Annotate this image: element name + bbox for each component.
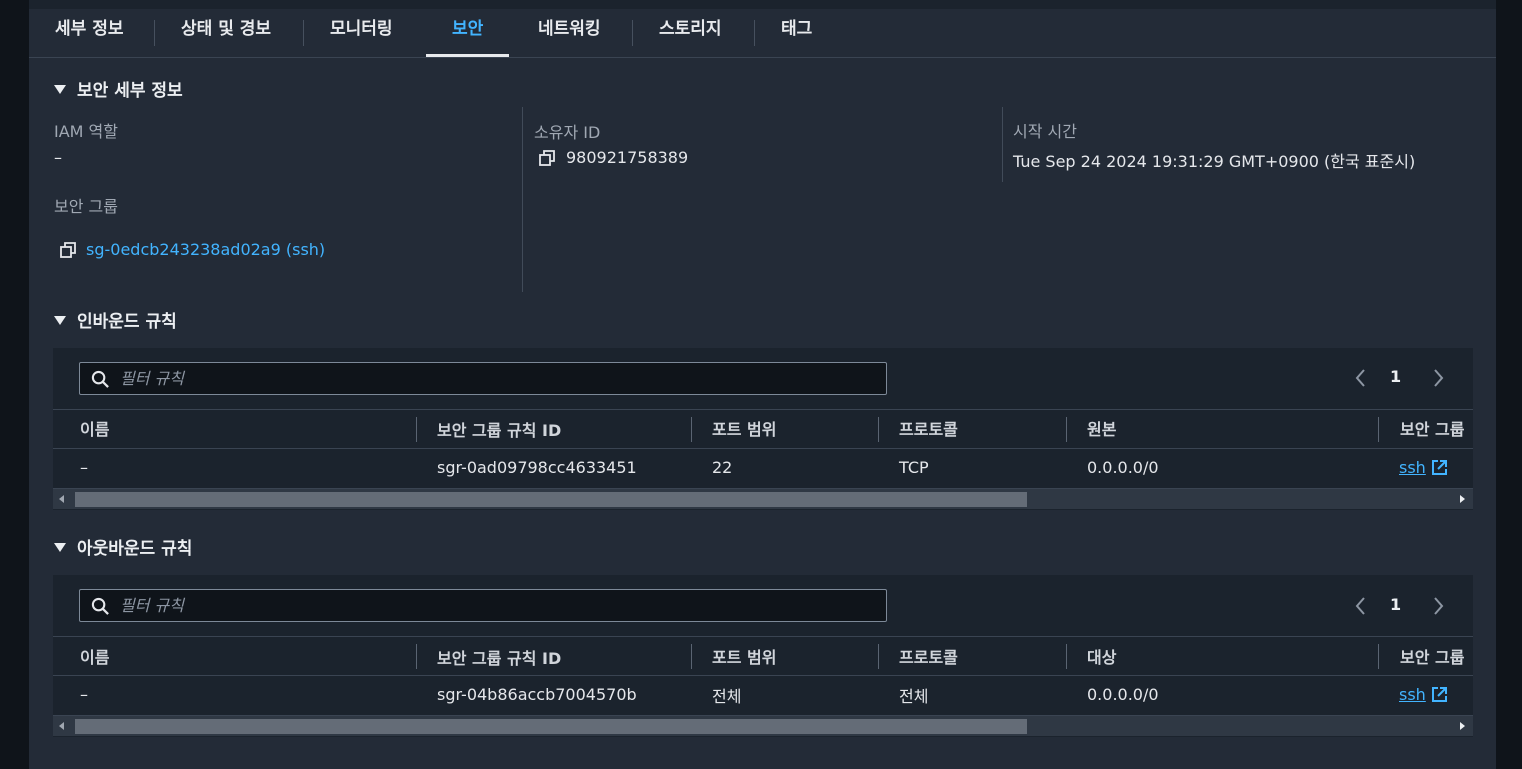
security-details-header[interactable]: 보안 세부 정보 (54, 76, 183, 101)
launch-time-value: Tue Sep 24 2024 19:31:29 GMT+0900 (한국 표준… (1013, 152, 1416, 171)
column-resizer[interactable] (416, 644, 417, 669)
tab-divider (154, 20, 155, 46)
owner-id-value: 980921758389 (566, 148, 689, 167)
inbound-rules-header[interactable]: 인바운드 규칙 (54, 307, 177, 332)
chevron-left-icon[interactable] (1352, 367, 1370, 389)
copy-icon[interactable] (60, 242, 76, 258)
inbound-rules-table: 1 이름 보안 그룹 규칙 ID 포트 범위 프로토콜 원본 보안 그룹 – s… (53, 348, 1473, 510)
column-header-source[interactable]: 원본 (1087, 416, 1116, 440)
column-header-port-range[interactable]: 포트 범위 (712, 416, 776, 440)
tab-divider (754, 20, 755, 46)
launch-time-label: 시작 시간 (1013, 122, 1077, 141)
column-resizer[interactable] (878, 644, 879, 669)
column-resizer[interactable] (1066, 644, 1067, 669)
cell-name: – (80, 458, 88, 477)
column-header-rule-id[interactable]: 보안 그룹 규칙 ID (437, 417, 561, 441)
security-groups-label: 보안 그룹 (54, 197, 118, 216)
column-resizer[interactable] (1378, 417, 1379, 442)
tab-bar: 세부 정보 상태 및 경보 모니터링 보안 네트워킹 스토리지 태그 (29, 9, 1496, 58)
tab-details[interactable]: 세부 정보 (55, 9, 123, 57)
table-divider (53, 409, 1473, 410)
scroll-right-arrow[interactable] (1460, 495, 1465, 503)
outbound-filter-input[interactable] (120, 590, 860, 621)
column-resizer[interactable] (691, 644, 692, 669)
caret-down-icon (54, 316, 66, 325)
iam-role-label: IAM 역할 (54, 122, 118, 141)
cell-port-range: 전체 (712, 687, 742, 706)
horizontal-scrollbar[interactable] (53, 488, 1473, 509)
inbound-filter-input[interactable] (120, 363, 860, 394)
cell-name: – (80, 685, 88, 704)
chevron-right-icon[interactable] (1429, 595, 1447, 617)
search-icon (91, 597, 109, 615)
tab-networking[interactable]: 네트워킹 (538, 9, 601, 57)
column-resizer[interactable] (691, 417, 692, 442)
tab-status-alarms[interactable]: 상태 및 경보 (181, 9, 271, 57)
iam-role-value: – (54, 148, 62, 167)
tab-tags[interactable]: 태그 (781, 9, 812, 57)
tab-divider (303, 20, 304, 46)
column-divider (1002, 107, 1003, 182)
cell-port-range: 22 (712, 458, 733, 477)
inbound-pagination: 1 (1352, 363, 1447, 393)
page-number[interactable]: 1 (1390, 367, 1401, 386)
column-resizer[interactable] (416, 417, 417, 442)
chevron-right-icon[interactable] (1429, 367, 1447, 389)
table-divider (53, 675, 1473, 676)
column-header-destination[interactable]: 대상 (1087, 644, 1116, 668)
horizontal-scrollbar[interactable] (53, 715, 1473, 736)
scroll-left-arrow[interactable] (59, 495, 64, 503)
security-group-link[interactable]: ssh (1399, 458, 1426, 477)
tab-storage[interactable]: 스토리지 (659, 9, 722, 57)
table-divider (53, 636, 1473, 637)
scroll-left-arrow[interactable] (59, 722, 64, 730)
tab-monitoring[interactable]: 모니터링 (330, 9, 393, 57)
security-group-link[interactable]: sg-0edcb243238ad02a9 (ssh) (86, 240, 325, 259)
column-header-name[interactable]: 이름 (80, 644, 109, 668)
security-details-title: 보안 세부 정보 (77, 81, 183, 101)
column-header-protocol[interactable]: 프로토콜 (899, 644, 958, 668)
tab-divider (632, 20, 633, 46)
caret-down-icon (54, 85, 66, 94)
column-header-security-group[interactable]: 보안 그룹 (1400, 416, 1464, 440)
chevron-left-icon[interactable] (1352, 595, 1370, 617)
scroll-right-arrow[interactable] (1460, 722, 1465, 730)
column-divider (522, 107, 523, 292)
security-group-link[interactable]: ssh (1399, 685, 1426, 704)
copy-icon[interactable] (539, 150, 555, 166)
external-link-icon[interactable] (1431, 459, 1448, 476)
column-resizer[interactable] (1378, 644, 1379, 669)
column-header-protocol[interactable]: 프로토콜 (899, 416, 958, 440)
cell-destination: 0.0.0.0/0 (1087, 685, 1159, 704)
tab-security[interactable]: 보안 (425, 9, 510, 57)
scrollbar-thumb[interactable] (75, 719, 1027, 734)
column-header-rule-id[interactable]: 보안 그룹 규칙 ID (437, 645, 561, 669)
search-icon (91, 370, 109, 388)
column-resizer[interactable] (878, 417, 879, 442)
cell-rule-id: sgr-0ad09798cc4633451 (437, 458, 637, 477)
cell-rule-id: sgr-04b86accb7004570b (437, 685, 637, 704)
cell-protocol: 전체 (899, 687, 929, 706)
external-link-icon[interactable] (1431, 686, 1448, 703)
outbound-rules-header[interactable]: 아웃바운드 규칙 (54, 534, 192, 559)
inbound-rules-title: 인바운드 규칙 (77, 312, 177, 332)
top-strip (29, 0, 1496, 9)
security-panel: 세부 정보 상태 및 경보 모니터링 보안 네트워킹 스토리지 태그 보안 세부… (29, 0, 1496, 769)
outbound-rules-title: 아웃바운드 규칙 (77, 539, 193, 559)
column-header-port-range[interactable]: 포트 범위 (712, 644, 776, 668)
cell-source: 0.0.0.0/0 (1087, 458, 1159, 477)
outbound-pagination: 1 (1352, 591, 1447, 621)
table-divider (53, 448, 1473, 449)
outbound-rules-table: 1 이름 보안 그룹 규칙 ID 포트 범위 프로토콜 대상 보안 그룹 – s… (53, 575, 1473, 737)
owner-id-label: 소유자 ID (534, 123, 601, 142)
page-number[interactable]: 1 (1390, 595, 1401, 614)
column-resizer[interactable] (1066, 417, 1067, 442)
outbound-filter[interactable] (79, 589, 887, 622)
column-header-name[interactable]: 이름 (80, 416, 109, 440)
scrollbar-thumb[interactable] (75, 492, 1027, 507)
caret-down-icon (54, 543, 66, 552)
cell-protocol: TCP (899, 458, 929, 477)
inbound-filter[interactable] (79, 362, 887, 395)
column-header-security-group[interactable]: 보안 그룹 (1400, 644, 1464, 668)
